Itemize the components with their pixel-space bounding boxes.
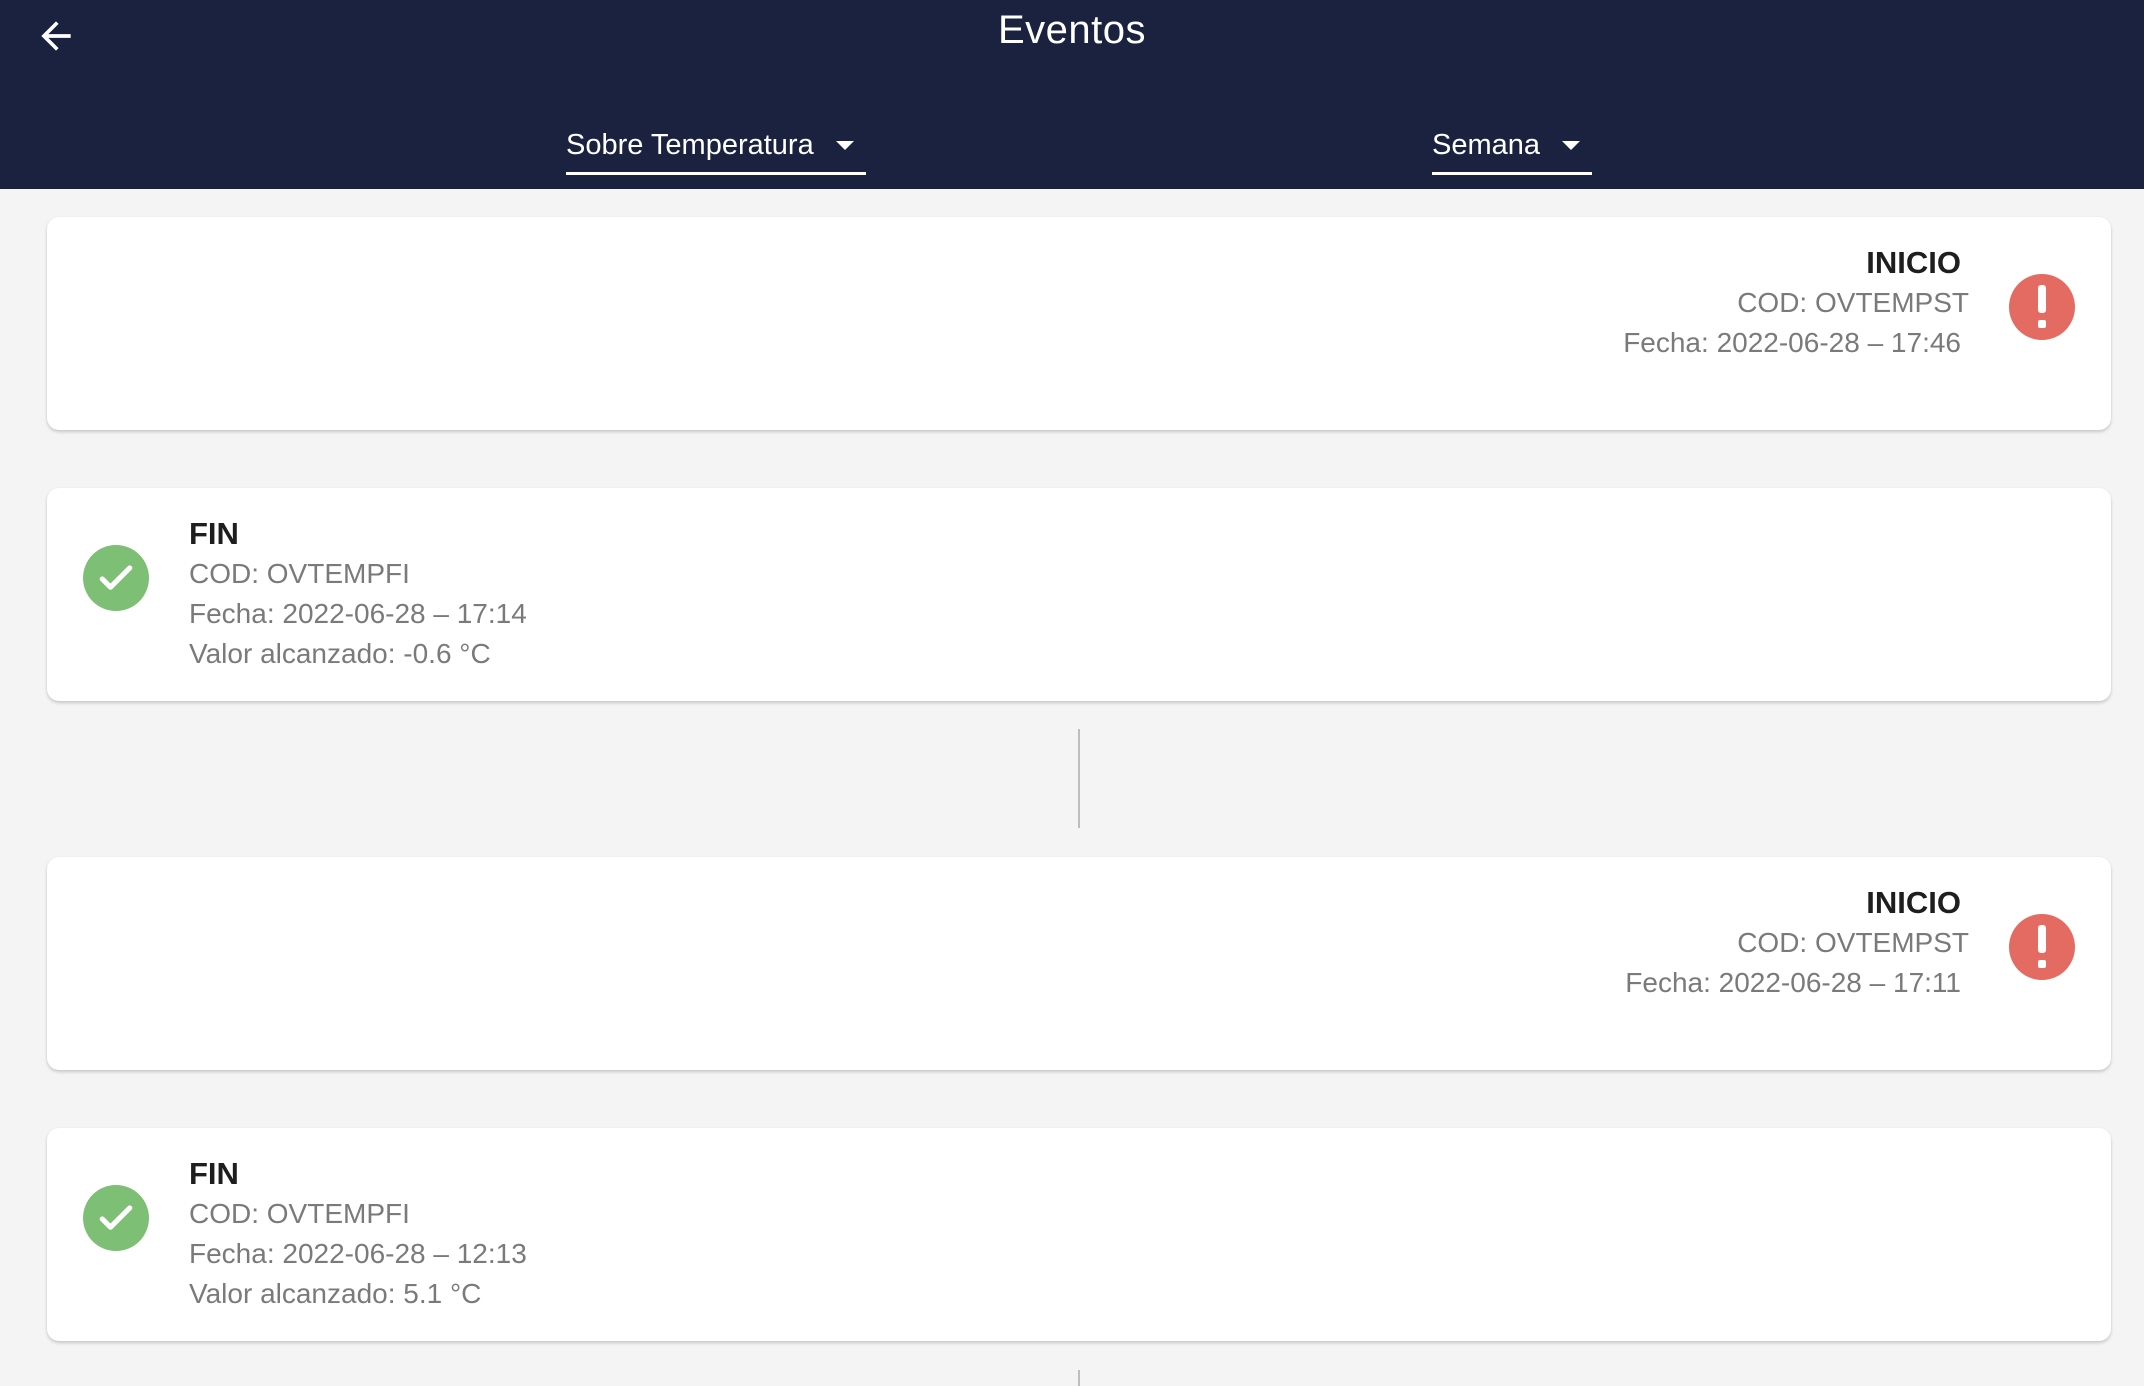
timeline-connector (1078, 1370, 1080, 1386)
event-value: Valor alcanzado: -0.6 °C (189, 638, 491, 669)
event-code: COD: OVTEMPFI (189, 558, 410, 589)
event-date: Fecha: 2022-06-28 – 17:14 (189, 598, 527, 629)
event-date: Fecha: 2022-06-28 – 17:11 (1625, 967, 1961, 998)
event-title: FIN (189, 1156, 239, 1191)
event-details: INICIO COD: OVTEMPST Fecha: 2022-06-28 –… (1623, 243, 1969, 363)
app-bar: Eventos Sobre Temperatura Semana (0, 0, 2144, 189)
event-code: COD: OVTEMPFI (189, 1198, 410, 1229)
event-date: Fecha: 2022-06-28 – 12:13 (189, 1238, 527, 1269)
caret-down-icon (835, 140, 854, 150)
event-date: Fecha: 2022-06-28 – 17:46 (1623, 327, 1961, 358)
exclamation-circle-icon (2009, 914, 2075, 980)
event-title: INICIO (1866, 885, 1961, 920)
event-type-dropdown[interactable]: Sobre Temperatura (566, 118, 866, 175)
event-title: FIN (189, 516, 239, 551)
check-circle-icon (83, 545, 149, 611)
event-card-start[interactable]: INICIO COD: OVTEMPST Fecha: 2022-06-28 –… (47, 857, 2111, 1070)
period-dropdown[interactable]: Semana (1432, 118, 1592, 175)
event-value: Valor alcanzado: 5.1 °C (189, 1278, 482, 1309)
check-circle-icon (83, 1185, 149, 1251)
event-code: COD: OVTEMPST (1737, 287, 1969, 318)
period-dropdown-value: Semana (1432, 128, 1541, 161)
event-details: FIN COD: OVTEMPFI Fecha: 2022-06-28 – 17… (189, 514, 527, 674)
event-card-end[interactable]: FIN COD: OVTEMPFI Fecha: 2022-06-28 – 12… (47, 1128, 2111, 1341)
event-details: FIN COD: OVTEMPFI Fecha: 2022-06-28 – 12… (189, 1154, 527, 1314)
event-title: INICIO (1866, 245, 1961, 280)
caret-down-icon (1562, 140, 1581, 150)
exclamation-circle-icon (2009, 274, 2075, 340)
event-card-start[interactable]: INICIO COD: OVTEMPST Fecha: 2022-06-28 –… (47, 217, 2111, 430)
event-details: INICIO COD: OVTEMPST Fecha: 2022-06-28 –… (1625, 883, 1969, 1003)
timeline-connector (1078, 729, 1080, 828)
event-code: COD: OVTEMPST (1737, 927, 1969, 958)
event-type-dropdown-value: Sobre Temperatura (566, 128, 814, 161)
page-title: Eventos (997, 8, 1147, 52)
event-card-end[interactable]: FIN COD: OVTEMPFI Fecha: 2022-06-28 – 17… (47, 488, 2111, 701)
